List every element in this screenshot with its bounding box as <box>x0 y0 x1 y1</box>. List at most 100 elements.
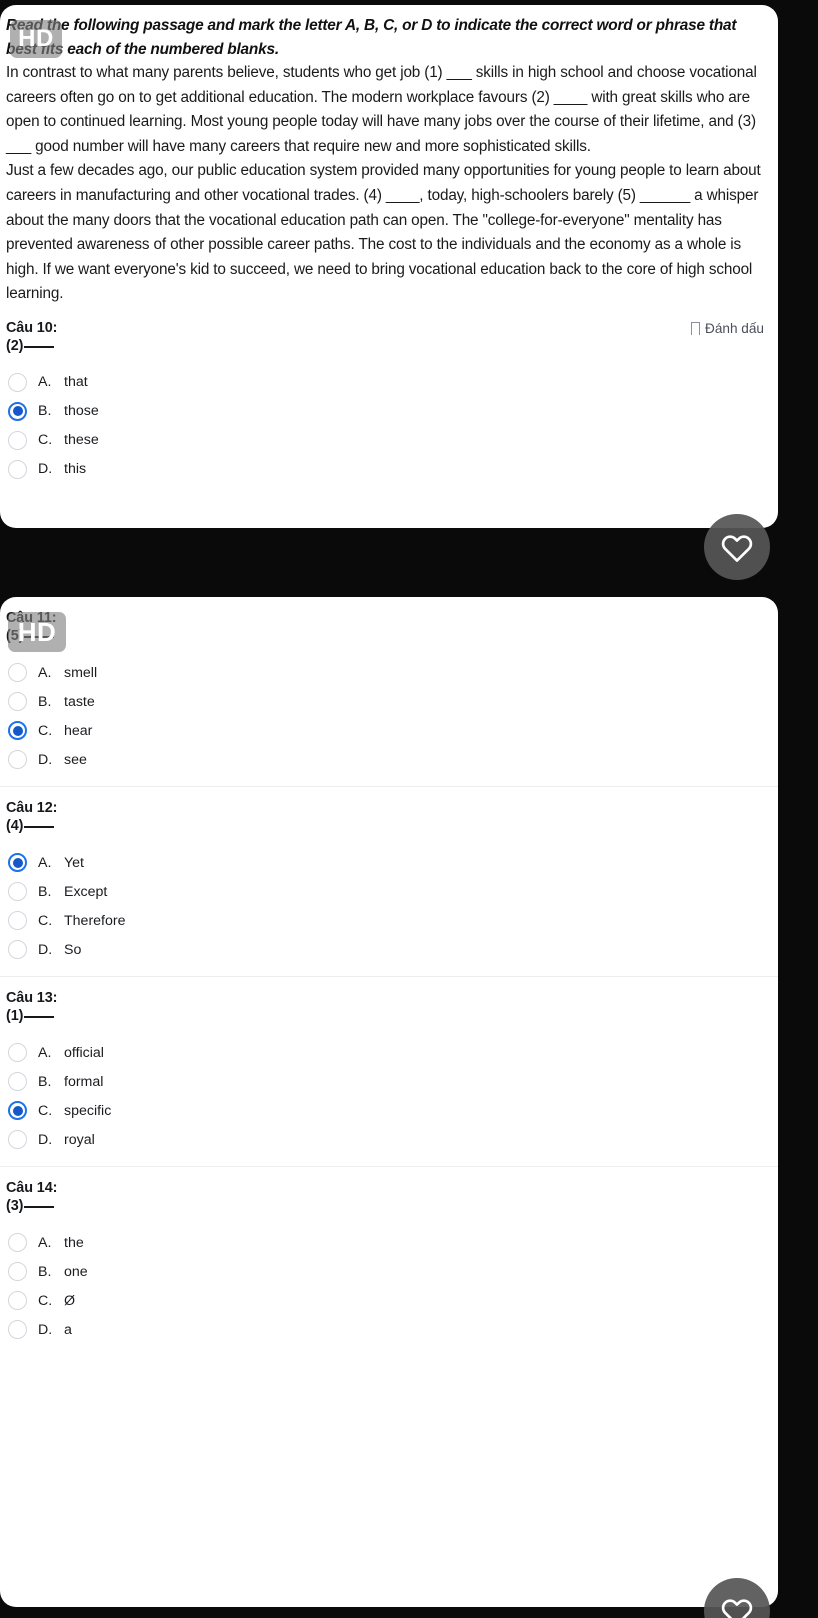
option-letter: D. <box>38 1131 53 1148</box>
radio-icon[interactable] <box>8 459 27 479</box>
option-text: Except <box>64 883 108 900</box>
question-stem-text: (3) <box>6 1198 24 1214</box>
option-row[interactable]: A. Yet <box>6 848 764 877</box>
question-header: Câu 12: <box>6 800 764 816</box>
question-stem: (1) <box>6 1008 764 1024</box>
question-block-11: Câu 11: (5) A. smell B. taste C. hear <box>0 597 778 786</box>
question-header: Câu 11: <box>6 610 764 626</box>
option-letter: A. <box>38 374 52 391</box>
option-text: a <box>64 1321 72 1338</box>
radio-icon[interactable] <box>8 1043 27 1062</box>
radio-icon[interactable] <box>8 721 27 740</box>
blank-underline <box>24 345 55 348</box>
questions-card: Câu 11: (5) A. smell B. taste C. hear <box>0 597 778 1607</box>
bookmark-button[interactable]: Đánh dấu <box>691 320 764 336</box>
option-letter: C. <box>38 1292 53 1309</box>
radio-icon[interactable] <box>8 1233 27 1252</box>
radio-icon[interactable] <box>8 1072 27 1091</box>
question-stem: (5) <box>6 628 764 644</box>
option-text: official <box>64 1044 104 1061</box>
passage-body: In contrast to what many parents believe… <box>6 61 764 307</box>
blank-underline <box>24 1206 55 1208</box>
option-letter: A. <box>38 1044 52 1061</box>
option-row[interactable]: A. that <box>6 368 764 397</box>
question-number: Câu 14: <box>6 1180 58 1196</box>
option-letter: B. <box>38 1263 52 1280</box>
option-letter: B. <box>38 883 52 900</box>
radio-icon[interactable] <box>8 940 27 959</box>
radio-icon[interactable] <box>8 1130 27 1149</box>
options-list: A. that B. those C. these D. this <box>6 368 764 484</box>
radio-icon[interactable] <box>8 911 27 930</box>
radio-icon[interactable] <box>8 1291 27 1310</box>
option-text: smell <box>64 664 98 681</box>
options-list: A. smell B. taste C. hear D. see <box>6 658 764 774</box>
question-number: Câu 10: <box>6 319 58 336</box>
option-text: formal <box>64 1073 104 1090</box>
reading-passage: Read the following passage and mark the … <box>0 5 778 307</box>
hd-watermark-badge: HD <box>8 612 66 652</box>
question-stem-text: (2) <box>6 337 24 354</box>
option-row[interactable]: D. see <box>6 745 764 774</box>
option-row[interactable]: D. this <box>6 455 764 484</box>
option-text: So <box>64 941 82 958</box>
question-stem-text: (1) <box>6 1008 24 1024</box>
option-row[interactable]: D. royal <box>6 1125 764 1154</box>
option-text: these <box>64 432 99 449</box>
option-letter: C. <box>38 912 53 929</box>
option-row[interactable]: B. taste <box>6 687 764 716</box>
option-row[interactable]: C. these <box>6 426 764 455</box>
radio-icon[interactable] <box>8 750 27 769</box>
option-row[interactable]: C. Ø <box>6 1286 764 1315</box>
question-block-14: Câu 14: (3) A. the B. one C. Ø D. a <box>0 1166 778 1356</box>
option-text: taste <box>64 693 95 710</box>
radio-icon[interactable] <box>8 853 27 872</box>
radio-icon[interactable] <box>8 663 27 682</box>
option-row[interactable]: A. smell <box>6 658 764 687</box>
option-row[interactable]: B. Except <box>6 877 764 906</box>
radio-icon[interactable] <box>8 882 27 901</box>
radio-icon[interactable] <box>8 1101 27 1120</box>
question-block-13: Câu 13: (1) A. official B. formal C. spe… <box>0 976 778 1166</box>
option-letter: B. <box>38 403 52 420</box>
hd-watermark-badge: HD <box>10 20 62 58</box>
option-text: those <box>64 403 99 420</box>
option-row[interactable]: C. specific <box>6 1096 764 1125</box>
radio-icon[interactable] <box>8 401 27 421</box>
option-text: the <box>64 1234 84 1251</box>
option-text: hear <box>64 722 93 739</box>
option-row[interactable]: A. official <box>6 1038 764 1067</box>
favorite-button[interactable] <box>704 514 770 580</box>
option-row[interactable]: B. those <box>6 397 764 426</box>
option-text: that <box>64 374 88 391</box>
option-row[interactable]: D. So <box>6 935 764 964</box>
radio-icon[interactable] <box>8 430 27 450</box>
option-row[interactable]: A. the <box>6 1228 764 1257</box>
option-letter: A. <box>38 1234 52 1251</box>
option-row[interactable]: B. formal <box>6 1067 764 1096</box>
option-text: Therefore <box>64 912 126 929</box>
question-number: Câu 13: <box>6 990 58 1006</box>
option-text: this <box>64 461 87 478</box>
heart-icon <box>721 534 753 562</box>
option-text: Yet <box>64 854 84 871</box>
option-row[interactable]: D. a <box>6 1315 764 1344</box>
passage-instruction: Read the following passage and mark the … <box>6 17 737 58</box>
radio-icon[interactable] <box>8 372 27 392</box>
option-row[interactable]: C. hear <box>6 716 764 745</box>
question-header: Câu 14: <box>6 1180 764 1196</box>
question-number: Câu 12: <box>6 800 58 816</box>
option-letter: B. <box>38 693 52 710</box>
radio-icon[interactable] <box>8 1320 27 1339</box>
radio-icon[interactable] <box>8 692 27 711</box>
option-text: see <box>64 751 87 768</box>
option-letter: D. <box>38 461 53 478</box>
app-screen: Read the following passage and mark the … <box>0 0 818 1618</box>
radio-icon[interactable] <box>8 1262 27 1281</box>
blank-underline <box>24 826 55 828</box>
question-block-10: Câu 10: Đánh dấu (2) A. that B. those C.… <box>0 307 778 496</box>
option-letter: C. <box>38 432 53 449</box>
option-row[interactable]: B. one <box>6 1257 764 1286</box>
option-row[interactable]: C. Therefore <box>6 906 764 935</box>
heart-icon <box>721 1598 753 1618</box>
